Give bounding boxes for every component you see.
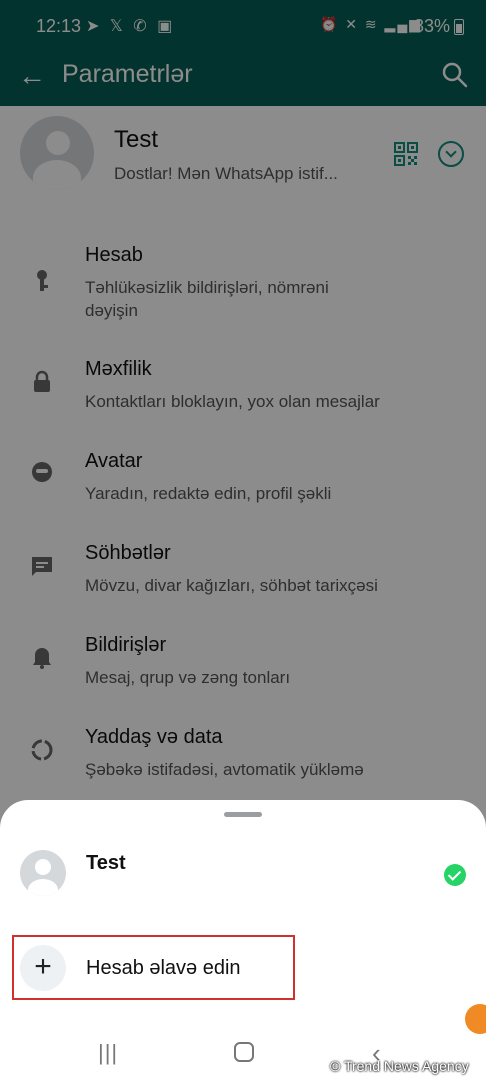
add-account-label: Hesab əlavə edin	[86, 957, 241, 979]
add-account-button[interactable]: + Hesab əlavə edin	[12, 935, 295, 1000]
drag-handle[interactable]	[224, 812, 262, 817]
home-icon[interactable]	[234, 1042, 254, 1062]
check-circle-icon	[444, 864, 466, 886]
account-row[interactable]: Test	[0, 844, 486, 904]
account-name: Test	[86, 852, 126, 874]
recents-icon[interactable]: |||	[98, 1040, 118, 1066]
watermark-text: © Trend News Agency	[330, 1058, 469, 1074]
account-avatar	[20, 850, 66, 896]
account-switcher-sheet: Test + Hesab əlavə edin ||| ‹	[0, 800, 486, 1080]
plus-icon: +	[20, 945, 66, 991]
